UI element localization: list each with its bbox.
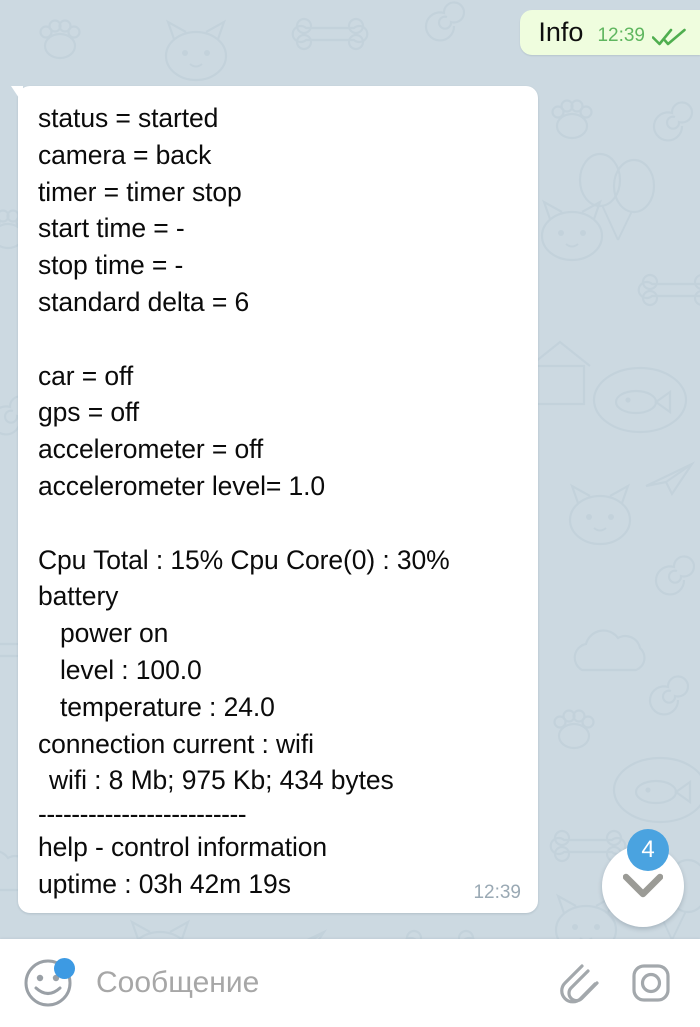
double-check-icon	[652, 28, 686, 45]
message-input[interactable]	[96, 966, 534, 1000]
info-line-gps: gps = off	[38, 397, 140, 428]
message-text: Info	[538, 17, 584, 47]
info-line-cpu: Cpu Total : 15% Cpu Core(0) : 30%	[38, 544, 450, 575]
message-meta: 12:39	[597, 26, 686, 46]
info-line-battery-level: level : 100.0	[60, 654, 202, 685]
info-line-timer: timer = timer stop	[38, 176, 242, 207]
bubble-tail	[11, 86, 23, 104]
message-composer-bar	[0, 939, 700, 1027]
message-time: 12:39	[473, 881, 521, 903]
info-line-battery-header: battery	[38, 581, 119, 612]
camera-button[interactable]	[624, 956, 678, 1010]
message-time: 12:39	[597, 25, 645, 46]
emoji-notification-dot	[54, 958, 75, 979]
info-line-standard-delta: standard delta = 6	[38, 286, 250, 317]
info-line-connection: connection current : wifi	[38, 728, 314, 759]
info-line-uptime: uptime : 03h 42m 19s	[38, 868, 291, 899]
message-bubble-outgoing[interactable]: Info 12:39	[520, 10, 700, 55]
telegram-chat-screen: Info 12:39 status = started camera = bac…	[0, 0, 700, 1027]
unread-count-badge[interactable]: 4	[627, 829, 669, 871]
info-line-divider: -------------------------	[38, 799, 247, 830]
info-line-spacer-1	[38, 321, 520, 358]
info-line-battery-temperature: temperature : 24.0	[60, 691, 275, 722]
message-list[interactable]: Info 12:39 status = started camera = bac…	[0, 0, 700, 939]
camera-icon	[632, 964, 670, 1002]
info-line-accelerometer-level: accelerometer level= 1.0	[38, 470, 326, 501]
info-line-spacer-2	[38, 505, 520, 542]
info-line-start-time: start time = -	[38, 213, 185, 244]
info-line-accelerometer: accelerometer = off	[38, 434, 264, 465]
info-line-camera: camera = back	[38, 139, 212, 170]
info-line-stop-time: stop time = -	[38, 250, 184, 281]
paperclip-icon	[560, 964, 599, 1004]
info-line-wifi-traffic: wifi : 8 Mb; 975 Kb; 434 bytes	[49, 765, 394, 796]
chevron-down-icon	[623, 873, 663, 898]
info-line-car: car = off	[38, 360, 134, 391]
emoji-button[interactable]	[22, 957, 75, 1009]
info-line-help: help - control information	[38, 832, 328, 863]
unread-count-label: 4	[641, 836, 655, 863]
message-bubble-incoming[interactable]: status = started camera = back timer = t…	[11, 86, 538, 913]
attach-button[interactable]	[552, 956, 606, 1010]
info-line-status: status = started	[38, 103, 219, 133]
info-line-battery-power: power on	[60, 618, 169, 649]
